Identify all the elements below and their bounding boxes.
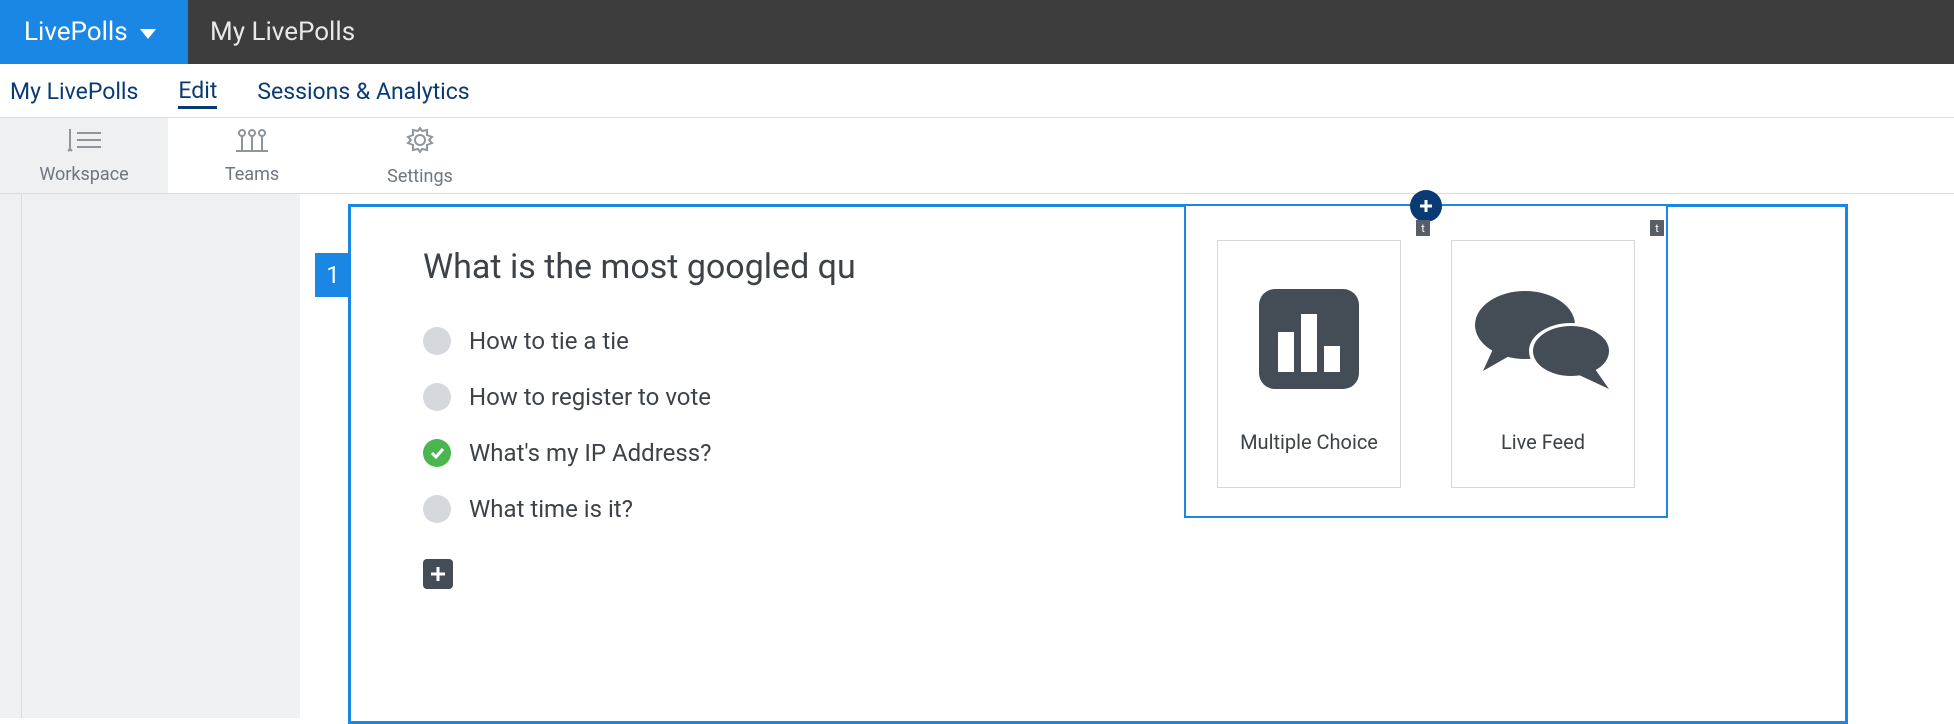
brand-dropdown[interactable]: LivePolls xyxy=(0,0,188,64)
plus-circle-icon[interactable] xyxy=(1410,190,1442,222)
subnav-edit[interactable]: Edit xyxy=(178,73,217,109)
option-text: What time is it? xyxy=(469,495,633,523)
radio-icon[interactable] xyxy=(423,495,451,523)
bar-chart-icon xyxy=(1254,274,1364,404)
subnav: My LivePolls Edit Sessions & Analytics xyxy=(0,64,1954,118)
toolbar-settings[interactable]: Settings xyxy=(336,118,504,193)
canvas: 1 What is the most googled qu How to tie… xyxy=(300,194,1954,718)
brand-label: LivePolls xyxy=(24,17,128,47)
toolbar: Workspace Teams Settings xyxy=(0,118,1954,194)
radio-icon[interactable] xyxy=(423,327,451,355)
workspace-icon xyxy=(65,127,103,158)
subnav-sessions-analytics[interactable]: Sessions & Analytics xyxy=(257,74,469,107)
teams-icon xyxy=(232,127,272,158)
type-card-live-feed[interactable]: Live Feed xyxy=(1451,240,1635,488)
header-bar: LivePolls My LivePolls xyxy=(0,0,1954,64)
thumbnail-column xyxy=(22,194,300,718)
type-card-label: Live Feed xyxy=(1501,430,1585,454)
left-rail xyxy=(0,194,22,718)
page-title: My LivePolls xyxy=(188,0,355,64)
toolbar-label: Teams xyxy=(225,164,279,185)
subnav-my-livepolls[interactable]: My LivePolls xyxy=(10,74,138,107)
type-card-multiple-choice[interactable]: Multiple Choice xyxy=(1217,240,1401,488)
corner-tag: t xyxy=(1650,220,1664,236)
question-number: 1 xyxy=(315,253,351,297)
settings-icon xyxy=(405,125,435,160)
type-card-label: Multiple Choice xyxy=(1240,430,1378,454)
toolbar-workspace[interactable]: Workspace xyxy=(0,118,168,193)
caret-down-icon xyxy=(140,29,156,39)
add-question-popover: t t Multiple Choice xyxy=(1184,204,1668,518)
check-circle-icon[interactable] xyxy=(423,439,451,467)
corner-tag: t xyxy=(1416,220,1430,236)
add-option-button[interactable] xyxy=(423,559,453,589)
toolbar-label: Settings xyxy=(387,166,453,187)
option-text: How to register to vote xyxy=(469,383,711,411)
toolbar-teams[interactable]: Teams xyxy=(168,118,336,193)
option-text: What's my IP Address? xyxy=(469,439,711,467)
chat-icon xyxy=(1463,274,1623,404)
workspace: 1 What is the most googled qu How to tie… xyxy=(0,194,1954,718)
radio-icon[interactable] xyxy=(423,383,451,411)
toolbar-label: Workspace xyxy=(39,164,128,185)
option-text: How to tie a tie xyxy=(469,327,629,355)
